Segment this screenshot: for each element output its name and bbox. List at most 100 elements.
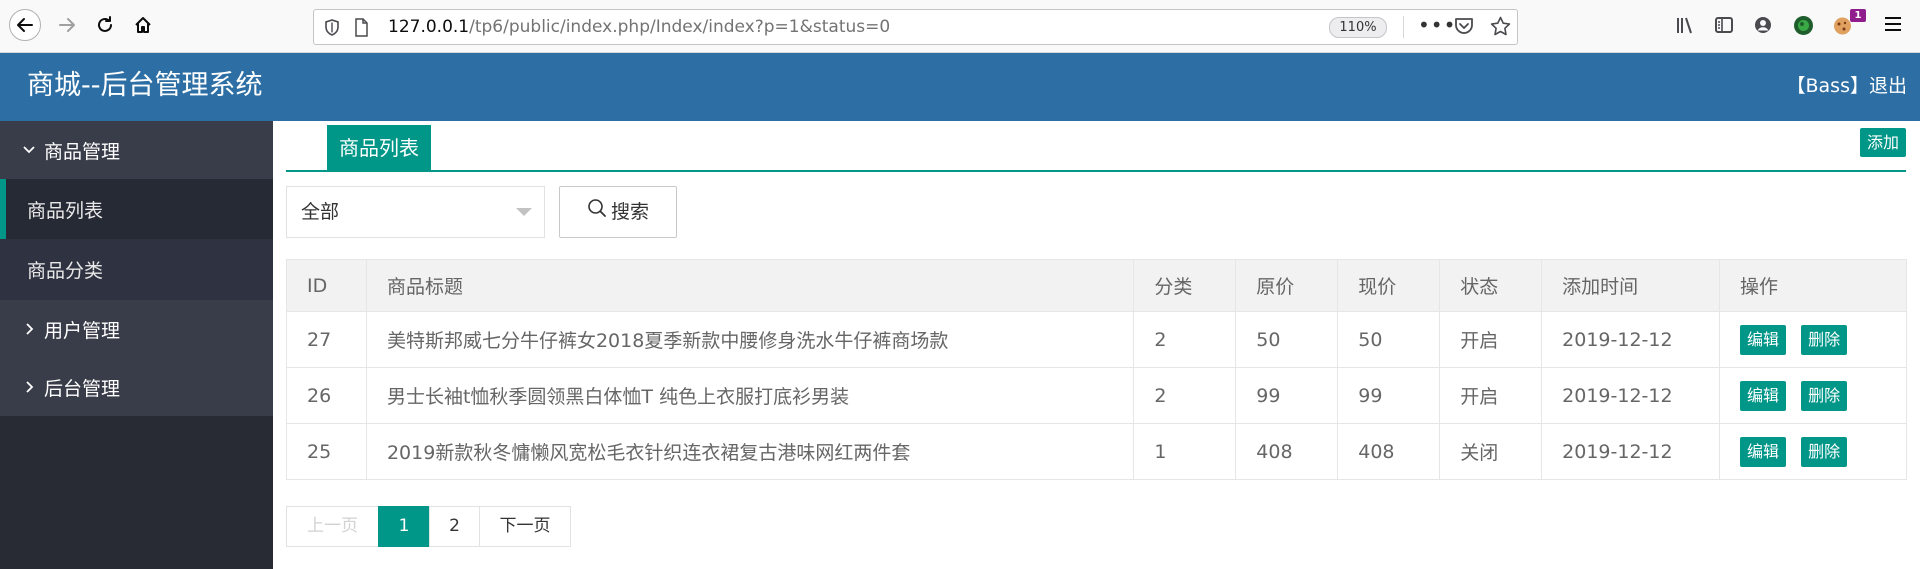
column-header-orig-price: 原价 [1235,259,1339,312]
url-bar[interactable]: 127.0.0.1/tp6/public/index.php/Index/ind… [313,9,1518,45]
column-header-price: 现价 [1337,259,1441,312]
logout-link[interactable]: 退出 [1869,75,1907,97]
cell-status: 关闭 [1439,423,1543,480]
sidebar-group-goods[interactable]: 商品管理 [0,121,273,179]
cell-id: 25 [286,423,367,480]
sidebar-group-users[interactable]: 用户管理 [0,300,273,358]
sidebar: 商品管理 商品列表 商品分类 用户管理 后台管理 [0,121,273,569]
goods-table: ID 商品标题 分类 原价 现价 状态 添加时间 操作 27 美特斯邦威七分牛仔… [286,259,1907,480]
reload-icon [98,16,112,32]
search-button-label: 搜索 [610,201,649,223]
add-button[interactable]: 添加 [1860,128,1906,157]
cell-price: 50 [1337,311,1441,368]
home-button[interactable] [127,9,159,41]
sidebar-item-label: 商品分类 [27,260,104,282]
column-header-title: 商品标题 [365,259,1135,312]
cell-id: 26 [286,367,367,424]
table-header-row: ID 商品标题 分类 原价 现价 状态 添加时间 操作 [286,259,1907,312]
page-info-icon[interactable] [354,18,369,41]
cell-title: 2019新款秋冬慵懒风宽松毛衣针织连衣裙复古港味网红两件套 [365,423,1135,480]
arrow-left-icon [17,18,33,32]
cell-date: 2019-12-12 [1541,311,1721,368]
cell-orig-price: 408 [1235,423,1339,480]
chevron-down-icon [22,143,36,157]
delete-button[interactable]: 删除 [1801,380,1848,411]
sidebar-group-label: 后台管理 [44,377,121,400]
search-button[interactable]: 搜索 [559,186,677,238]
tab-goods-list[interactable]: 商品列表 [327,125,431,171]
hamburger-menu-icon[interactable] [1883,15,1903,37]
url-text[interactable]: 127.0.0.1/tp6/public/index.php/Index/ind… [388,17,890,37]
forward-button[interactable] [51,9,83,41]
chevron-right-icon [22,322,36,336]
user-area: 【Bass】退出 [1787,74,1908,98]
url-path: /tp6/public/index.php/Index/index?p=1&st… [469,17,891,37]
page-button[interactable]: 2 [429,506,480,547]
caret-down-icon [516,208,532,216]
reload-button[interactable] [89,9,121,41]
delete-button[interactable]: 删除 [1801,324,1848,355]
account-icon[interactable] [1753,15,1773,39]
cell-category: 2 [1133,367,1237,424]
cell-price: 408 [1337,423,1441,480]
column-header-category: 分类 [1133,259,1237,312]
sidebar-item-goods-category[interactable]: 商品分类 [0,239,273,300]
table-row: 25 2019新款秋冬慵懒风宽松毛衣针织连衣裙复古港味网红两件套 1 408 4… [286,423,1907,480]
sidebar-group-label: 用户管理 [44,319,121,342]
next-page-button[interactable]: 下一页 [479,506,571,547]
sidebar-toggle-icon[interactable] [1714,15,1734,39]
column-header-actions: 操作 [1719,259,1907,312]
back-button[interactable] [9,9,41,41]
page-button-current[interactable]: 1 [378,506,430,547]
url-host: 127.0.0.1 [388,17,470,37]
active-indicator [0,179,6,240]
cell-actions: 编辑 删除 [1719,423,1907,480]
sidebar-group-admin[interactable]: 后台管理 [0,358,273,416]
home-icon [135,17,151,33]
sidebar-item-label: 商品列表 [27,200,104,222]
more-actions-icon[interactable]: ••• [1418,13,1456,37]
extension-badge: 1 [1850,9,1866,22]
sidebar-item-goods-list[interactable]: 商品列表 [0,179,273,240]
bookmark-star-icon[interactable] [1490,16,1511,41]
app-title: 商城--后台管理系统 [27,70,263,101]
pagination: 上一页 1 2 下一页 [286,506,571,547]
cell-date: 2019-12-12 [1541,423,1721,480]
column-header-date: 添加时间 [1541,259,1721,312]
extension-green-icon[interactable] [1793,15,1814,40]
edit-button[interactable]: 编辑 [1740,436,1787,467]
cell-status: 开启 [1439,311,1543,368]
table-row: 27 美特斯邦威七分牛仔裤女2018夏季新款中腰修身洗水牛仔裤商场款 2 50 … [286,311,1907,368]
edit-button[interactable]: 编辑 [1740,380,1787,411]
url-separator [1403,16,1404,38]
cell-category: 2 [1133,311,1237,368]
cell-category: 1 [1133,423,1237,480]
status-filter-select[interactable]: 全部 [286,186,545,238]
chevron-right-icon [22,380,36,394]
cell-id: 27 [286,311,367,368]
cell-status: 开启 [1439,367,1543,424]
status-filter-value: 全部 [301,201,340,223]
zoom-level[interactable]: 110% [1329,17,1387,38]
shield-icon[interactable] [324,19,340,40]
pocket-icon[interactable] [1454,17,1474,40]
cell-orig-price: 99 [1235,367,1339,424]
arrow-right-icon [59,18,75,32]
app-header: 商城--后台管理系统 【Bass】退出 [0,53,1920,121]
table-row: 26 男士长袖t恤秋季圆领黑白体恤T 纯色上衣服打底衫男装 2 99 99 开启… [286,367,1907,424]
sidebar-empty-area [0,416,273,569]
delete-button[interactable]: 删除 [1801,436,1848,467]
prev-page-button[interactable]: 上一页 [286,506,379,547]
cell-title: 美特斯邦威七分牛仔裤女2018夏季新款中腰修身洗水牛仔裤商场款 [365,311,1135,368]
sidebar-group-label: 商品管理 [44,140,121,163]
edit-button[interactable]: 编辑 [1740,324,1787,355]
tab-underline [286,170,1906,172]
library-icon[interactable] [1675,15,1695,39]
cell-orig-price: 50 [1235,311,1339,368]
column-header-id: ID [286,259,367,312]
cell-actions: 编辑 删除 [1719,311,1907,368]
search-icon [587,187,607,237]
cell-title: 男士长袖t恤秋季圆领黑白体恤T 纯色上衣服打底衫男装 [365,367,1135,424]
user-name[interactable]: 【Bass】 [1787,75,1869,97]
cell-actions: 编辑 删除 [1719,367,1907,424]
